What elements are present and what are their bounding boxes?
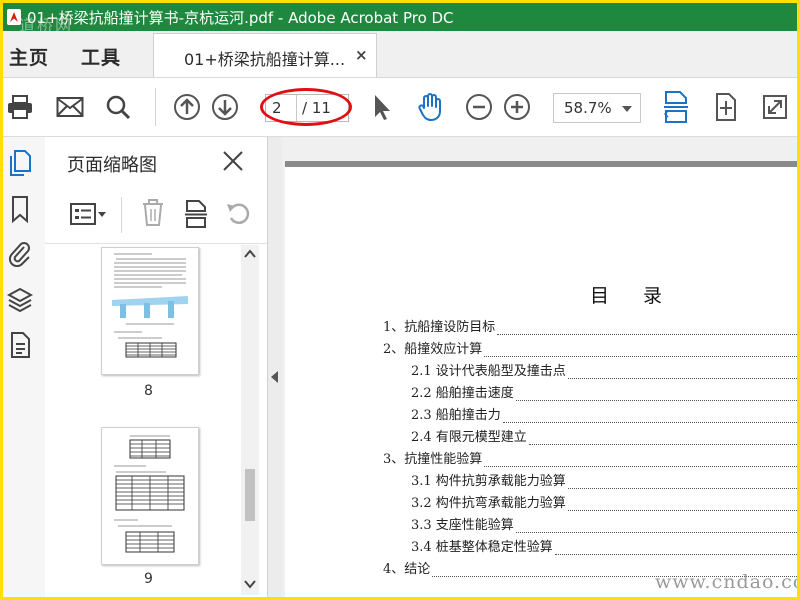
delete-page-icon[interactable] [141,199,165,231]
zoom-value: 58.7% [564,99,612,117]
toc-entry-text: 3.1 构件抗剪承载能力验算 [411,474,566,489]
scrollbar-thumb[interactable] [245,469,255,521]
window-title: 01+桥梁抗船撞计算书-京杭运河.pdf - Adobe Acrobat Pro… [27,8,454,27]
toc-entry-text: 2.3 船舶撞击力 [411,408,501,423]
main-toolbar: 2 / 11 58.7% [3,78,797,137]
toc-entry-text: 3、抗撞性能验算 [383,452,483,467]
toc-leader-dots [567,366,797,379]
rotate-page-icon[interactable] [225,200,251,230]
scroll-up-icon[interactable] [244,249,256,259]
toc-leader-dots [515,388,797,401]
navigation-rail [3,137,46,597]
scroll-mode-icon[interactable] [709,90,743,124]
toc-entry-text: 3.3 支座性能验算 [411,518,514,533]
toc-entry-text: 2.1 设计代表船型及撞击点 [411,364,566,379]
toc-title: 目 录 [590,285,677,307]
panel-collapse-bar[interactable] [268,137,282,597]
panel-close-icon[interactable] [221,149,245,173]
scroll-down-icon[interactable] [244,579,256,589]
toc-entry[interactable]: 3、抗撞性能验算 [383,447,797,467]
toc-entry[interactable]: 2、船撞效应计算 [383,337,797,357]
menu-tools[interactable]: 工具 [81,43,121,70]
thumbnails-panel: 页面缩略图 8 9 [45,137,268,597]
app-window: 01+桥梁抗船撞计算书-京杭运河.pdf - Adobe Acrobat Pro… [0,0,800,600]
zoom-in-icon[interactable] [500,90,534,124]
toc-leader-dots [554,542,797,555]
toc-entry[interactable]: 3.1 构件抗剪承载能力验算 [411,469,797,489]
toc-entry-text: 2.4 有限元模型建立 [411,430,527,445]
toc-entry[interactable]: 2.4 有限元模型建立 [411,425,797,445]
thumbnail-page-9[interactable] [101,427,199,565]
toc-leader-dots [484,344,797,357]
page-thumbnails-icon[interactable] [7,149,33,177]
toc-leader-dots [515,520,797,533]
toc-entry[interactable]: 3.4 桩基整体稳定性验算 [411,535,797,555]
insert-page-icon[interactable] [183,199,209,233]
toc-leader-dots [502,410,797,423]
toc-entry[interactable]: 2.1 设计代表船型及撞击点 [411,359,797,379]
red-annotation-ellipse [260,88,352,126]
email-icon[interactable] [53,90,87,124]
previous-page-icon[interactable] [170,90,204,124]
panel-title: 页面缩略图 [67,155,157,176]
toc-entry[interactable]: 3.3 支座性能验算 [411,513,797,533]
panel-toolbar [45,187,267,244]
hand-tool-icon[interactable] [413,90,447,124]
toc-entry[interactable]: 2.3 船舶撞击力 [411,403,797,423]
fit-width-icon[interactable] [659,90,693,124]
print-icon[interactable] [3,90,37,124]
document-view: 目 录 1、抗船撞设防目标 2、船撞效应计算 2.1 设计代表船型及撞击点 2.2 船… [282,137,797,597]
thumbnail-options-icon[interactable] [69,201,107,231]
toc-entry-text: 4、结论 [383,562,431,577]
toc-entry-text: 2、船撞效应计算 [383,342,483,357]
zoom-out-icon[interactable] [462,90,496,124]
tab-close-icon[interactable]: × [355,46,368,64]
watermark-bottom-right: www.cndao.com [655,571,797,593]
page-content-icon[interactable] [7,331,33,359]
document-tab[interactable]: 01+桥梁抗船撞计算... × [153,33,377,77]
toc-leader-dots [484,454,797,467]
toc-entry-text: 3.4 桩基整体稳定性验算 [411,540,553,555]
collapse-arrow-icon[interactable] [271,371,278,383]
pdf-page: 目 录 1、抗船撞设防目标 2、船撞效应计算 2.1 设计代表船型及撞击点 2.2 船… [285,161,797,597]
zoom-dropdown[interactable]: 58.7% [553,93,641,123]
toc-leader-dots [497,322,797,335]
search-icon[interactable] [101,90,135,124]
full-screen-icon[interactable] [758,90,792,124]
layers-icon[interactable] [7,285,33,313]
title-bar: 01+桥梁抗船撞计算书-京杭运河.pdf - Adobe Acrobat Pro… [3,3,797,35]
toc-entry[interactable]: 3.2 构件抗弯承载能力验算 [411,491,797,511]
select-pointer-icon[interactable] [365,90,399,124]
thumbnail-label: 9 [144,571,153,587]
menu-home[interactable]: 主页 [9,43,49,70]
toc-entry-text: 2.2 船舶撞击速度 [411,386,514,401]
panel-toolbar-separator [121,197,122,233]
toc-leader-dots [567,476,797,489]
thumbnail-scrollbar[interactable] [241,245,259,595]
attachments-icon[interactable] [7,239,33,267]
thumbnail-label: 8 [144,383,153,399]
bookmarks-icon[interactable] [7,195,33,223]
toc-entry[interactable]: 2.2 船舶撞击速度 [411,381,797,401]
chevron-down-icon [622,106,632,112]
toc-leader-dots [528,432,797,445]
toc-entry-text: 3.2 构件抗弯承载能力验算 [411,496,566,511]
toc-entry[interactable]: 1、抗船撞设防目标 [383,315,797,335]
toc-leader-dots [567,498,797,511]
thumbnail-page-8[interactable] [101,247,199,375]
next-page-icon[interactable] [208,90,242,124]
toc-entry-text: 1、抗船撞设防目标 [383,320,496,335]
document-tab-label: 01+桥梁抗船撞计算... [184,50,346,69]
toolbar-separator [155,88,156,126]
menu-bar: 主页 工具 [3,31,797,78]
